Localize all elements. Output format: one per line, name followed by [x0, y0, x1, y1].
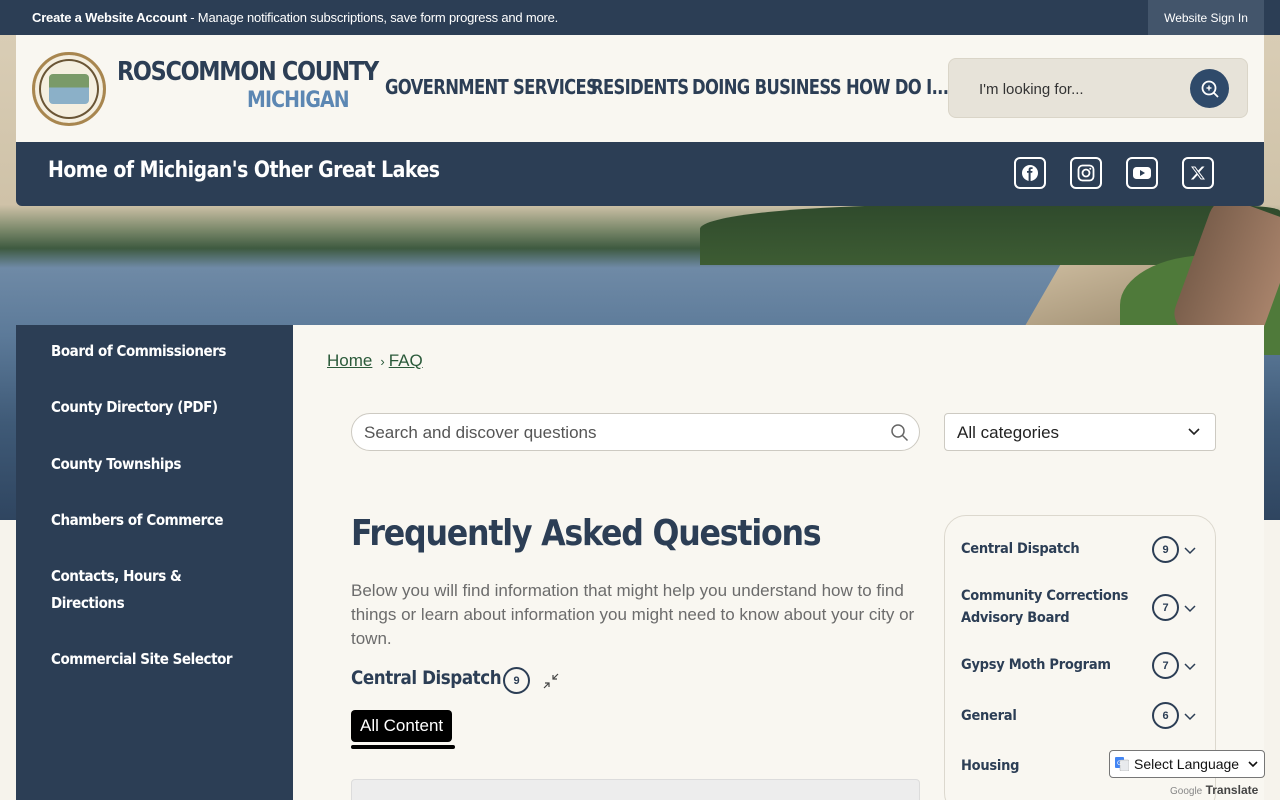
- language-select-label: Select Language: [1134, 756, 1240, 772]
- faq-search-input[interactable]: [364, 422, 864, 444]
- breadcrumb: Home › FAQ: [327, 351, 423, 371]
- youtube-link[interactable]: [1126, 157, 1158, 189]
- breadcrumb-faq[interactable]: FAQ: [389, 351, 423, 370]
- nav-government[interactable]: GOVERNMENT: [385, 75, 509, 99]
- youtube-icon: [1133, 167, 1151, 179]
- category-count-badge: 7: [1152, 652, 1179, 679]
- breadcrumb-separator: ›: [380, 354, 385, 369]
- category-select[interactable]: All categories: [944, 413, 1216, 451]
- chevron-down-icon: [1188, 428, 1200, 436]
- chevron-down-icon[interactable]: [1183, 709, 1197, 723]
- instagram-icon: [1077, 164, 1095, 182]
- create-account-message: Create a Website Account - Manage notifi…: [32, 10, 558, 25]
- search-icon: [891, 424, 909, 442]
- category-community-corrections[interactable]: Community Corrections: [961, 585, 1128, 607]
- tab-all-content[interactable]: All Content: [351, 710, 453, 742]
- instagram-link[interactable]: [1070, 157, 1102, 189]
- county-name[interactable]: ROSCOMMON COUNTY: [117, 57, 379, 87]
- faq-search-box: [351, 413, 920, 451]
- nav-how-do-i[interactable]: HOW DO I...: [846, 75, 949, 99]
- google-translate-icon: G: [1115, 757, 1129, 771]
- category-general[interactable]: General: [961, 705, 1017, 727]
- translate-label: Translate: [1205, 783, 1259, 797]
- x-twitter-link[interactable]: [1182, 157, 1214, 189]
- create-account-link[interactable]: Create a Website Account: [32, 10, 187, 25]
- sidebar-item-county-directory[interactable]: County Directory (PDF): [51, 394, 218, 421]
- category-count-badge: 7: [1152, 594, 1179, 621]
- facebook-link[interactable]: [1014, 157, 1046, 189]
- sidebar-item-chambers-of-commerce[interactable]: Chambers of Commerce: [51, 507, 224, 534]
- state-name[interactable]: MICHIGAN: [247, 88, 350, 113]
- utility-bar: Create a Website Account - Manage notifi…: [0, 0, 1280, 35]
- site-header: ROSCOMMON COUNTY MICHIGAN GOVERNMENT SER…: [16, 35, 1264, 142]
- section-count-badge: 9: [503, 667, 530, 694]
- main-content: Home › FAQ All categories Frequently Asked…: [293, 325, 1264, 800]
- sidebar-item-commercial-site-selector[interactable]: Commercial Site Selector: [51, 646, 233, 673]
- sign-in-button[interactable]: Website Sign In: [1148, 0, 1264, 35]
- nav-residents[interactable]: RESIDENTS: [591, 75, 689, 99]
- county-seal-logo[interactable]: [32, 52, 106, 126]
- sidebar-item-county-townships[interactable]: County Townships: [51, 451, 181, 478]
- language-select[interactable]: G Select Language: [1109, 750, 1265, 778]
- faq-content-panel: [351, 779, 920, 800]
- category-community-corrections-line2[interactable]: Advisory Board: [961, 607, 1070, 629]
- powered-by-google-translate[interactable]: Google Translate: [1170, 783, 1258, 797]
- left-sidebar-nav: Board of Commissioners County Directory …: [16, 325, 293, 800]
- x-twitter-icon: [1190, 166, 1206, 180]
- tagline-bar: Home of Michigan's Other Great Lakes: [16, 142, 1264, 206]
- section-title: Central Dispatch: [351, 667, 502, 689]
- tagline: Home of Michigan's Other Great Lakes: [48, 158, 440, 183]
- collapse-icon[interactable]: [542, 672, 560, 690]
- chevron-down-icon[interactable]: [1183, 659, 1197, 673]
- category-central-dispatch[interactable]: Central Dispatch: [961, 538, 1080, 560]
- faq-search-button[interactable]: [890, 423, 909, 447]
- active-tab-indicator: [351, 745, 455, 749]
- facebook-icon: [1022, 165, 1038, 181]
- chevron-down-icon[interactable]: [1183, 543, 1197, 557]
- nav-doing-business[interactable]: DOING BUSINESS: [692, 75, 842, 99]
- site-search-button[interactable]: [1190, 69, 1229, 108]
- svg-text:G: G: [1117, 760, 1122, 767]
- sidebar-item-board-of-commissioners[interactable]: Board of Commissioners: [51, 338, 226, 365]
- category-count-badge: 9: [1152, 536, 1179, 563]
- sidebar-item-contacts-hours[interactable]: Contacts, Hours &: [51, 563, 182, 590]
- site-search-input[interactable]: [979, 77, 1179, 101]
- sidebar-item-directions[interactable]: Directions: [51, 590, 125, 617]
- search-icon: [1201, 80, 1219, 98]
- google-brand: Google: [1170, 786, 1203, 797]
- category-select-value: All categories: [957, 423, 1060, 442]
- page-title: Frequently Asked Questions: [351, 513, 822, 554]
- breadcrumb-home[interactable]: Home: [327, 351, 372, 370]
- chevron-down-icon[interactable]: [1183, 601, 1197, 615]
- page-intro: Below you will find information that mig…: [351, 581, 915, 648]
- category-housing[interactable]: Housing: [961, 755, 1019, 777]
- category-count-badge: 6: [1152, 702, 1179, 729]
- category-gypsy-moth-program[interactable]: Gypsy Moth Program: [961, 654, 1111, 676]
- site-search: [948, 58, 1248, 118]
- chevron-down-icon: [1248, 761, 1258, 768]
- nav-services[interactable]: SERVICES: [513, 75, 598, 99]
- account-benefits-text: - Manage notification subscriptions, sav…: [186, 10, 559, 25]
